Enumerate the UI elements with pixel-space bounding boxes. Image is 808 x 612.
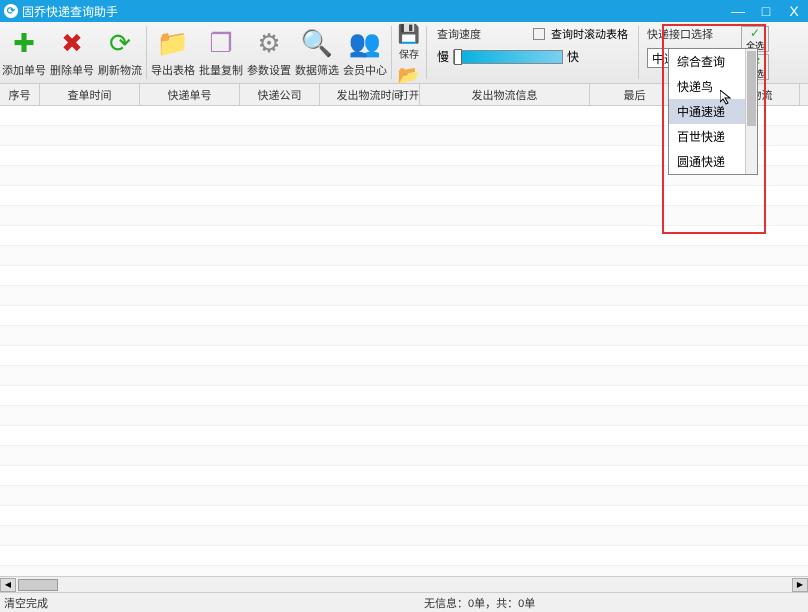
- users-icon: 👥: [349, 28, 381, 60]
- horizontal-scrollbar[interactable]: ◀ ▶: [0, 576, 808, 592]
- copy-button[interactable]: ❐ 批量复制: [197, 22, 245, 83]
- select-all-icon: ✓: [750, 27, 760, 39]
- scroll-checkbox[interactable]: [533, 28, 545, 40]
- plus-icon: ✚: [8, 28, 40, 60]
- table-row[interactable]: [0, 266, 808, 286]
- scroll-right-button[interactable]: ▶: [792, 578, 808, 592]
- refresh-button[interactable]: ⟳ 刷新物流: [96, 22, 144, 83]
- column-header[interactable]: 最后: [590, 84, 680, 105]
- window-title: 固乔快递查询助手: [22, 3, 728, 20]
- status-mid: 无信息：0单，共：0单: [424, 595, 804, 611]
- table-row[interactable]: [0, 466, 808, 486]
- table-row[interactable]: [0, 186, 808, 206]
- dropdown-item[interactable]: 圆通快递: [669, 149, 757, 174]
- table-row[interactable]: [0, 426, 808, 446]
- table-row[interactable]: [0, 366, 808, 386]
- column-header[interactable]: 序号: [0, 84, 40, 105]
- column-header[interactable]: 发出物流信息: [420, 84, 590, 105]
- column-header[interactable]: 快递公司: [240, 84, 320, 105]
- table-row[interactable]: [0, 286, 808, 306]
- table-body[interactable]: [0, 106, 808, 576]
- table-row[interactable]: [0, 326, 808, 346]
- dropdown-item[interactable]: 中通速递: [669, 99, 757, 124]
- dropdown-scrollbar[interactable]: [745, 49, 757, 174]
- table-row[interactable]: [0, 226, 808, 246]
- dropdown-scroll-thumb[interactable]: [747, 51, 756, 126]
- scroll-thumb[interactable]: [18, 579, 58, 591]
- slider-thumb[interactable]: [454, 49, 462, 65]
- cross-icon: ✖: [56, 28, 88, 60]
- filter-button[interactable]: 🔍 数据筛选: [293, 22, 341, 83]
- copy-icon: ❐: [205, 28, 237, 60]
- speed-slider[interactable]: [453, 50, 563, 64]
- add-button[interactable]: ✚ 添加单号: [0, 22, 48, 83]
- save-icon: 💾: [399, 24, 419, 44]
- title-bar: ⟳ 固乔快递查询助手 — □ X: [0, 0, 808, 22]
- fast-label: 快: [567, 48, 579, 65]
- member-button[interactable]: 👥 会员中心: [341, 22, 389, 83]
- column-header[interactable]: 快递单号: [140, 84, 240, 105]
- refresh-icon: ⟳: [104, 28, 136, 60]
- scroll-check-label: 查询时滚动表格: [551, 26, 628, 42]
- table-row[interactable]: [0, 346, 808, 366]
- settings-button[interactable]: ⚙ 参数设置: [245, 22, 293, 83]
- gear-icon: ⚙: [253, 28, 285, 60]
- api-title: 快递接口选择: [647, 26, 733, 42]
- table-row[interactable]: [0, 206, 808, 226]
- table-row[interactable]: [0, 246, 808, 266]
- table-row[interactable]: [0, 306, 808, 326]
- table-row[interactable]: [0, 386, 808, 406]
- minimize-button[interactable]: —: [728, 2, 748, 20]
- table-row[interactable]: [0, 486, 808, 506]
- open-icon: 📂: [399, 65, 419, 85]
- table-row[interactable]: [0, 506, 808, 526]
- export-button[interactable]: 📁 导出表格: [149, 22, 197, 83]
- dropdown-item[interactable]: 快递鸟: [669, 74, 757, 99]
- maximize-button[interactable]: □: [756, 2, 776, 20]
- folder-icon: 📁: [157, 28, 189, 60]
- close-button[interactable]: X: [784, 2, 804, 20]
- dropdown-item[interactable]: 百世快递: [669, 124, 757, 149]
- table-row[interactable]: [0, 446, 808, 466]
- app-icon: ⟳: [4, 4, 18, 18]
- column-header[interactable]: 查单时间: [40, 84, 140, 105]
- dropdown-item[interactable]: 综合查询: [669, 49, 757, 74]
- slow-label: 慢: [437, 48, 449, 65]
- table-row[interactable]: [0, 406, 808, 426]
- save-button[interactable]: 💾 保存: [394, 22, 424, 63]
- search-icon: 🔍: [301, 28, 333, 60]
- speed-group: 查询速度 查询时滚动表格 慢 快: [429, 22, 636, 83]
- scroll-left-button[interactable]: ◀: [0, 578, 16, 592]
- delete-button[interactable]: ✖ 删除单号: [48, 22, 96, 83]
- table-row[interactable]: [0, 566, 808, 576]
- status-left: 清空完成: [4, 595, 424, 611]
- table-row[interactable]: [0, 546, 808, 566]
- table-row[interactable]: [0, 526, 808, 546]
- column-header[interactable]: 发出物流时间: [320, 84, 420, 105]
- speed-title: 查询速度: [437, 26, 481, 42]
- status-bar: 清空完成 无信息：0单，共：0单: [0, 592, 808, 612]
- api-dropdown[interactable]: 综合查询快递鸟中通速递百世快递圆通快递: [668, 48, 758, 175]
